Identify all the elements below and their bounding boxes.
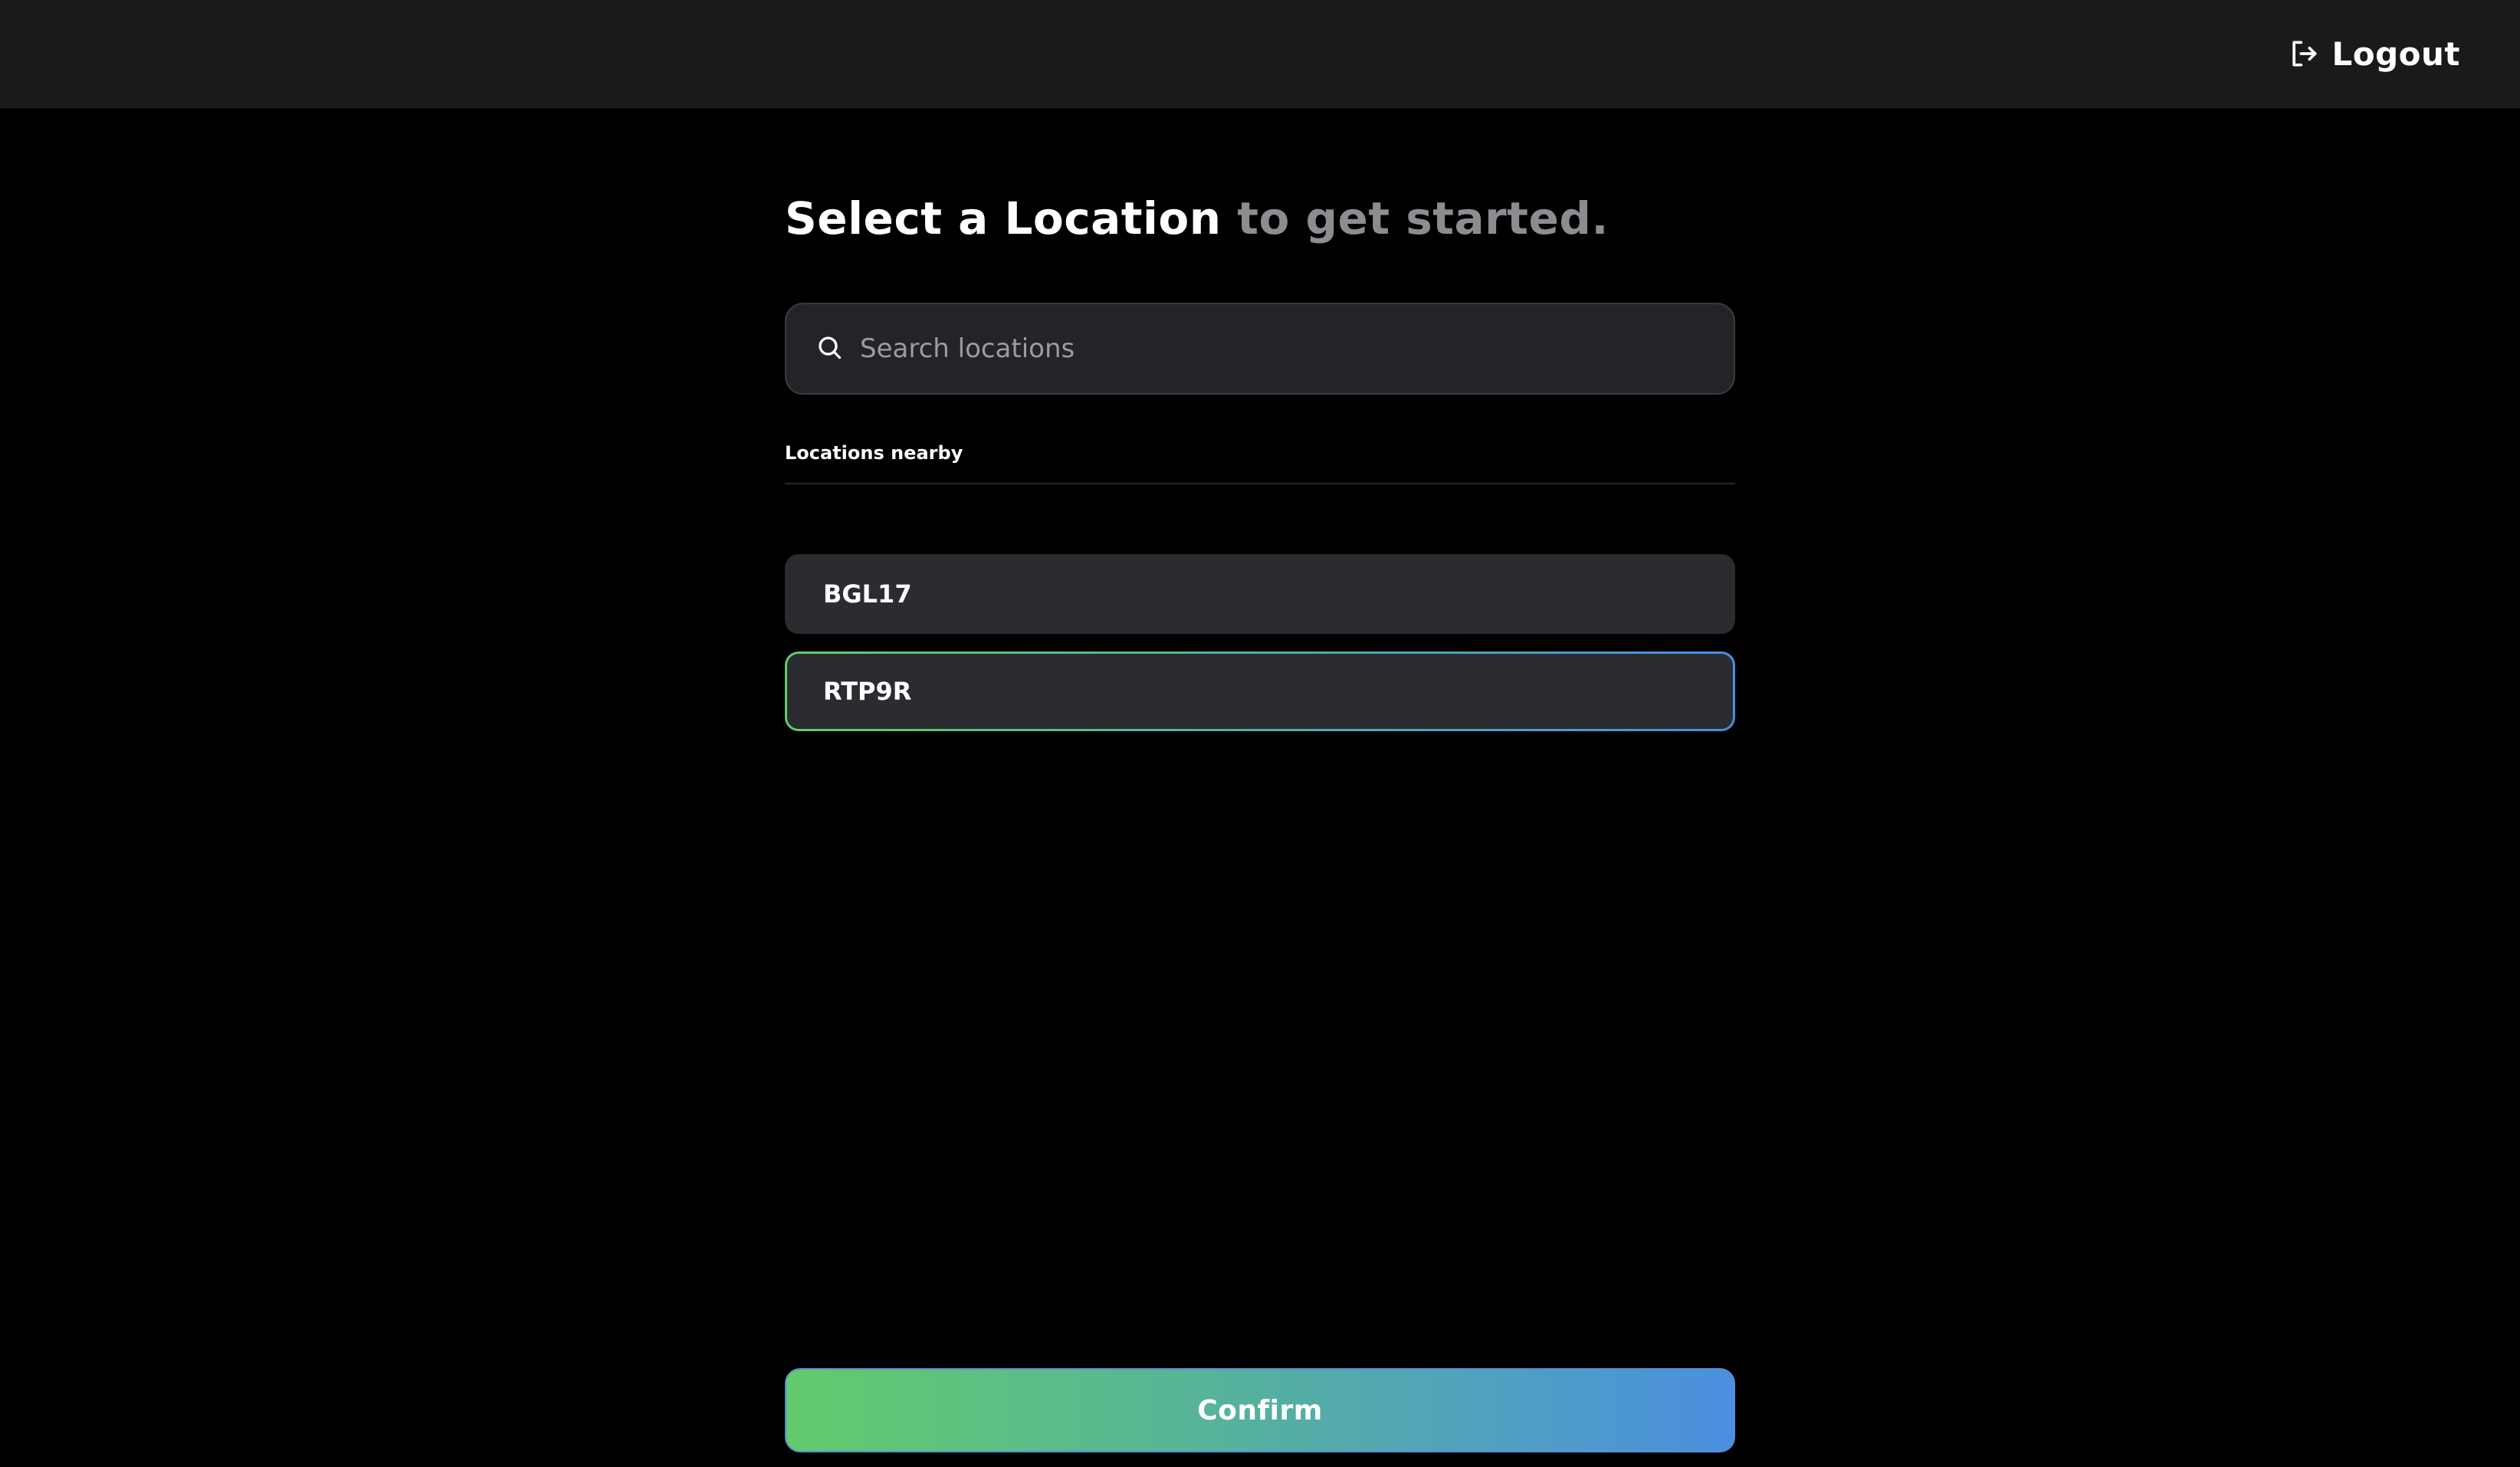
location-item[interactable]: BGL17 xyxy=(785,554,1735,634)
confirm-button-label: Confirm xyxy=(1197,1394,1323,1426)
location-item-label: BGL17 xyxy=(823,579,912,609)
search-box[interactable] xyxy=(785,303,1735,395)
page-title-strong: Select a Location xyxy=(785,192,1222,244)
location-picker: Select a Location to get started. Locati… xyxy=(785,108,1735,1467)
page-title-muted: to get started. xyxy=(1237,192,1609,244)
section-label-locations-nearby: Locations nearby xyxy=(785,442,963,464)
search-input[interactable] xyxy=(858,304,1734,393)
logout-button[interactable]: Logout xyxy=(2287,29,2460,78)
search-icon xyxy=(815,333,843,364)
logout-icon xyxy=(2287,37,2321,71)
location-item-label: RTP9R xyxy=(823,677,912,706)
page-title: Select a Location to get started. xyxy=(785,192,1609,244)
divider xyxy=(785,483,1735,484)
top-bar: Logout xyxy=(0,0,2520,108)
logout-label: Logout xyxy=(2331,34,2460,73)
location-item-selected[interactable]: RTP9R xyxy=(785,651,1735,731)
confirm-button[interactable]: Confirm xyxy=(785,1368,1735,1452)
